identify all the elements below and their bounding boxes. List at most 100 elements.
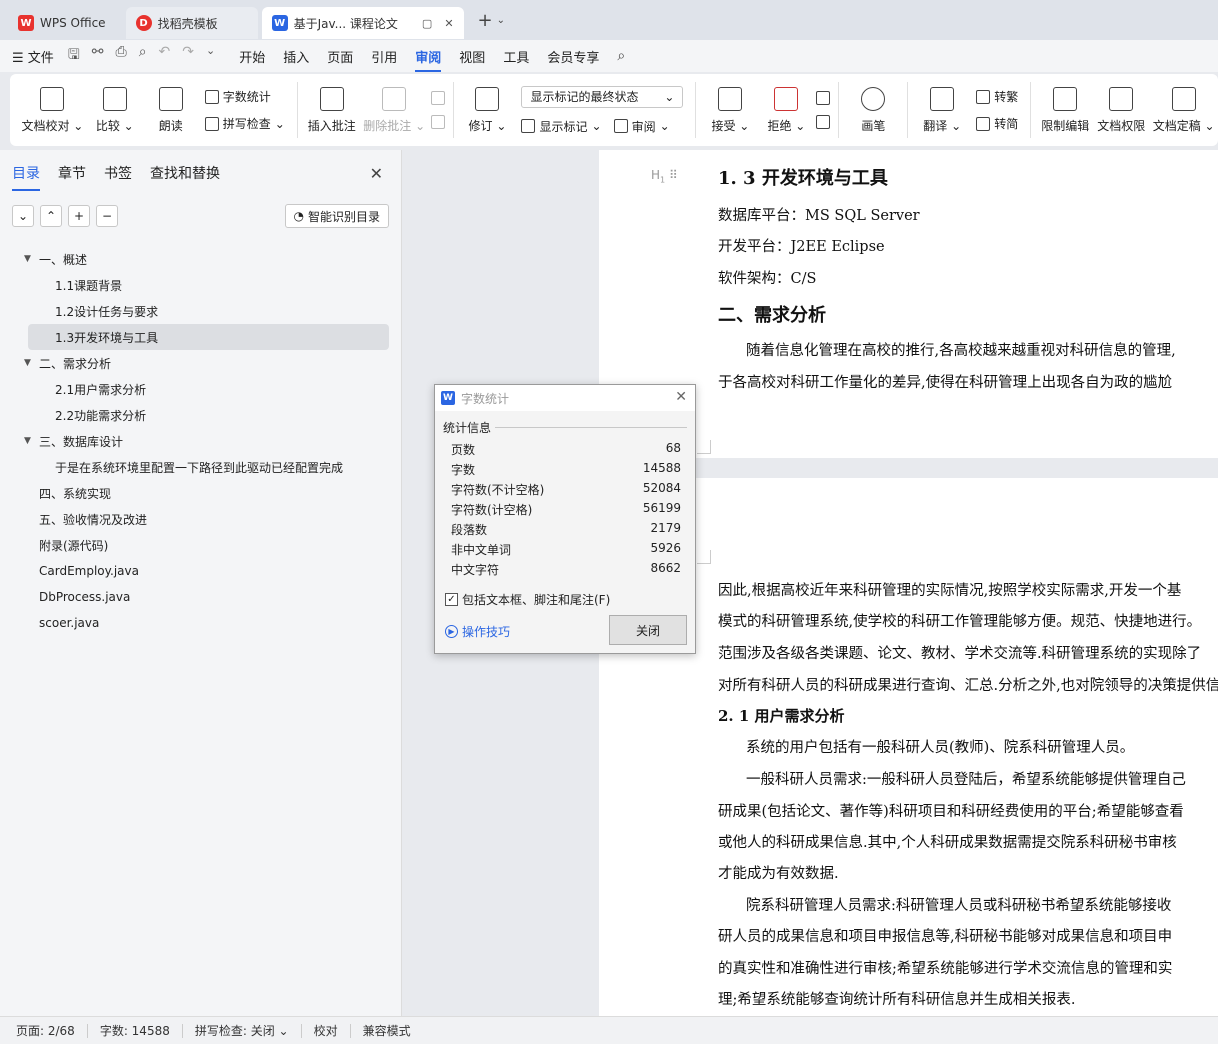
undo-icon[interactable]: ↶ xyxy=(159,44,171,68)
doc-permission-button[interactable]: 文档权限 xyxy=(1097,86,1145,134)
expand-arrow-icon[interactable]: ▼ xyxy=(24,358,31,368)
link-icon[interactable]: ⚯ xyxy=(92,44,104,68)
menu-file[interactable]: ☰ 文件 xyxy=(12,47,54,66)
toc-item[interactable]: DbProcess.java xyxy=(0,584,401,610)
menu-page[interactable]: 页面 xyxy=(327,47,353,66)
paragraph: 数据库平台：MS SQL Server xyxy=(718,208,920,224)
insert-comment-button[interactable]: 插入批注 xyxy=(308,86,356,134)
pen-button[interactable]: 画笔 xyxy=(851,86,895,134)
more-chevron-icon[interactable]: ⌄ xyxy=(206,44,215,68)
close-panel-icon[interactable]: ✕ xyxy=(370,164,383,183)
previous-comment-button[interactable] xyxy=(430,91,445,105)
save-icon[interactable]: 🖫 xyxy=(68,44,80,68)
accept-button[interactable]: 接受 ⌄ xyxy=(708,86,752,134)
compare-button[interactable]: 比较 ⌄ xyxy=(93,86,137,134)
remove-heading-button[interactable]: − xyxy=(96,205,118,227)
dialog-close-icon[interactable]: ✕ xyxy=(675,389,687,405)
toc-item-selected[interactable]: 1.3开发环境与工具 xyxy=(28,324,389,350)
pen-icon xyxy=(861,86,886,111)
toc-item[interactable]: scoer.java xyxy=(0,610,401,636)
word-count-indicator[interactable]: 字数: 14588 xyxy=(100,1022,170,1039)
markup-state-select[interactable]: 显示标记的最终状态 ⌄ xyxy=(521,85,684,108)
pin-icon[interactable]: ▢ xyxy=(422,17,432,30)
track-changes-button[interactable]: 修订 ⌄ xyxy=(465,86,509,134)
menu-insert[interactable]: 插入 xyxy=(283,47,309,66)
toc-item[interactable]: 五、验收情况及改进 xyxy=(0,506,401,532)
search-icon[interactable]: ⌕ xyxy=(617,48,625,64)
print-icon[interactable]: ⎙ xyxy=(115,44,126,68)
toc-item[interactable]: ▼ 二、需求分析 xyxy=(0,350,401,376)
toc-item[interactable]: 2.1用户需求分析 xyxy=(0,376,401,402)
tab-bookmarks[interactable]: 书签 xyxy=(104,163,132,183)
to-traditional-button[interactable]: 转繁 xyxy=(976,88,1018,105)
next-comment-button[interactable] xyxy=(430,115,445,129)
track-changes-icon xyxy=(475,86,500,111)
menu-member[interactable]: 会员专享 xyxy=(547,47,599,66)
read-aloud-button[interactable]: 朗读 xyxy=(149,86,193,134)
word-count-button[interactable]: 字数统计 xyxy=(204,88,285,105)
toc-item[interactable]: 2.2功能需求分析 xyxy=(0,402,401,428)
tab-label: 基于Jav... 课程论文 xyxy=(293,16,398,31)
spell-check-indicator[interactable]: 拼写检查: 关闭 ⌄ xyxy=(195,1022,289,1039)
chevron-down-icon: ⌄ xyxy=(496,14,506,26)
to-simplified-button[interactable]: 转简 xyxy=(976,115,1018,132)
heading-2-1: 2. 1 用户需求分析 xyxy=(718,707,845,725)
tab-template[interactable]: D 找稻壳模板 xyxy=(125,7,258,39)
toc-item[interactable]: 于是在系统环境里配置一下路径到此驱动已经配置完成 xyxy=(0,454,401,480)
toc-item[interactable]: ▼ 三、数据库设计 xyxy=(0,428,401,454)
menu-view[interactable]: 视图 xyxy=(459,47,485,66)
add-heading-button[interactable]: + xyxy=(68,205,90,227)
collapse-down-button[interactable]: ⌄ xyxy=(12,205,34,227)
review-pane-button[interactable]: 审阅 ⌄ xyxy=(613,118,670,135)
spell-check-button[interactable]: 拼写检查 ⌄ xyxy=(204,115,285,132)
smart-toc-button[interactable]: ◔ 智能识别目录 xyxy=(284,204,389,228)
plus-icon: + xyxy=(477,9,493,31)
proof-indicator[interactable]: 校对 xyxy=(314,1022,338,1039)
new-tab-button[interactable]: + ⌄ xyxy=(478,10,505,31)
tab-chapters[interactable]: 章节 xyxy=(58,163,86,183)
show-markup-button[interactable]: 显示标记 ⌄ xyxy=(521,118,602,135)
close-tab-icon[interactable]: ✕ xyxy=(444,17,453,30)
menu-start[interactable]: 开始 xyxy=(239,47,265,66)
dialog-close-button[interactable]: 关闭 xyxy=(609,615,687,645)
menu-review[interactable]: 审阅 xyxy=(415,47,442,72)
play-icon: ▶ xyxy=(445,625,458,638)
stat-row: 字数 14588 xyxy=(451,461,681,477)
wps-logo-icon: W xyxy=(18,15,34,31)
expand-arrow-icon[interactable]: ▼ xyxy=(24,436,31,446)
toc-item[interactable]: CardEmploy.java xyxy=(0,558,401,584)
next-comment-icon xyxy=(430,115,445,129)
collapse-up-button[interactable]: ⌃ xyxy=(40,205,62,227)
heading-marker-icon[interactable]: H1 ⠿ xyxy=(651,168,678,184)
expand-arrow-icon[interactable]: ▼ xyxy=(24,254,31,264)
toc-item[interactable]: 附录(源代码) xyxy=(0,532,401,558)
toc-item[interactable]: 1.2设计任务与要求 xyxy=(0,298,401,324)
paragraph: 系统的用户包括有一般科研人员(教师)、院系科研管理人员。 xyxy=(746,740,1135,756)
include-textbox-checkbox[interactable]: ✓ 包括文本框、脚注和尾注(F) xyxy=(445,591,610,608)
doc-check-button[interactable]: 文档校对 ⌄ xyxy=(21,86,83,134)
reject-button[interactable]: 拒绝 ⌄ xyxy=(764,86,808,134)
dialog-title-bar[interactable]: W 字数统计 xyxy=(435,385,695,411)
tab-find-replace[interactable]: 查找和替换 xyxy=(150,163,220,183)
page-indicator[interactable]: 页面: 2/68 xyxy=(16,1022,75,1039)
toc-item[interactable]: 1.1课题背景 xyxy=(0,272,401,298)
restrict-edit-button[interactable]: 限制编辑 xyxy=(1041,86,1089,134)
print-preview-icon[interactable]: ⌕ xyxy=(139,44,147,68)
menu-reference[interactable]: 引用 xyxy=(371,47,397,66)
tips-link[interactable]: ▶ 操作技巧 xyxy=(445,623,510,640)
toc-item[interactable]: 四、系统实现 xyxy=(0,480,401,506)
translate-button[interactable]: 翻译 ⌄ xyxy=(920,86,964,134)
word-count-dialog: W 字数统计 ✕ 统计信息 页数 68 字数 14588 字符数(不计空格) 5208… xyxy=(434,384,696,654)
menu-tools[interactable]: 工具 xyxy=(503,47,529,66)
tab-document[interactable]: W 基于Jav... 课程论文 ▢ ✕ xyxy=(261,7,464,39)
previous-change-button[interactable] xyxy=(816,91,831,105)
redo-icon[interactable]: ↷ xyxy=(182,44,194,68)
tab-toc[interactable]: 目录 xyxy=(12,163,40,191)
toc-item[interactable]: ▼ 一、概述 xyxy=(0,246,401,272)
doc-finalize-button[interactable]: 文档定稿 ⌄ xyxy=(1153,86,1215,134)
delete-comment-button[interactable]: 删除批注 ⌄ xyxy=(363,86,425,134)
next-change-button[interactable] xyxy=(816,115,831,129)
read-aloud-icon xyxy=(158,86,183,111)
tab-wps-office[interactable]: W WPS Office xyxy=(8,7,116,39)
checkbox-checked-icon[interactable]: ✓ xyxy=(445,593,458,606)
